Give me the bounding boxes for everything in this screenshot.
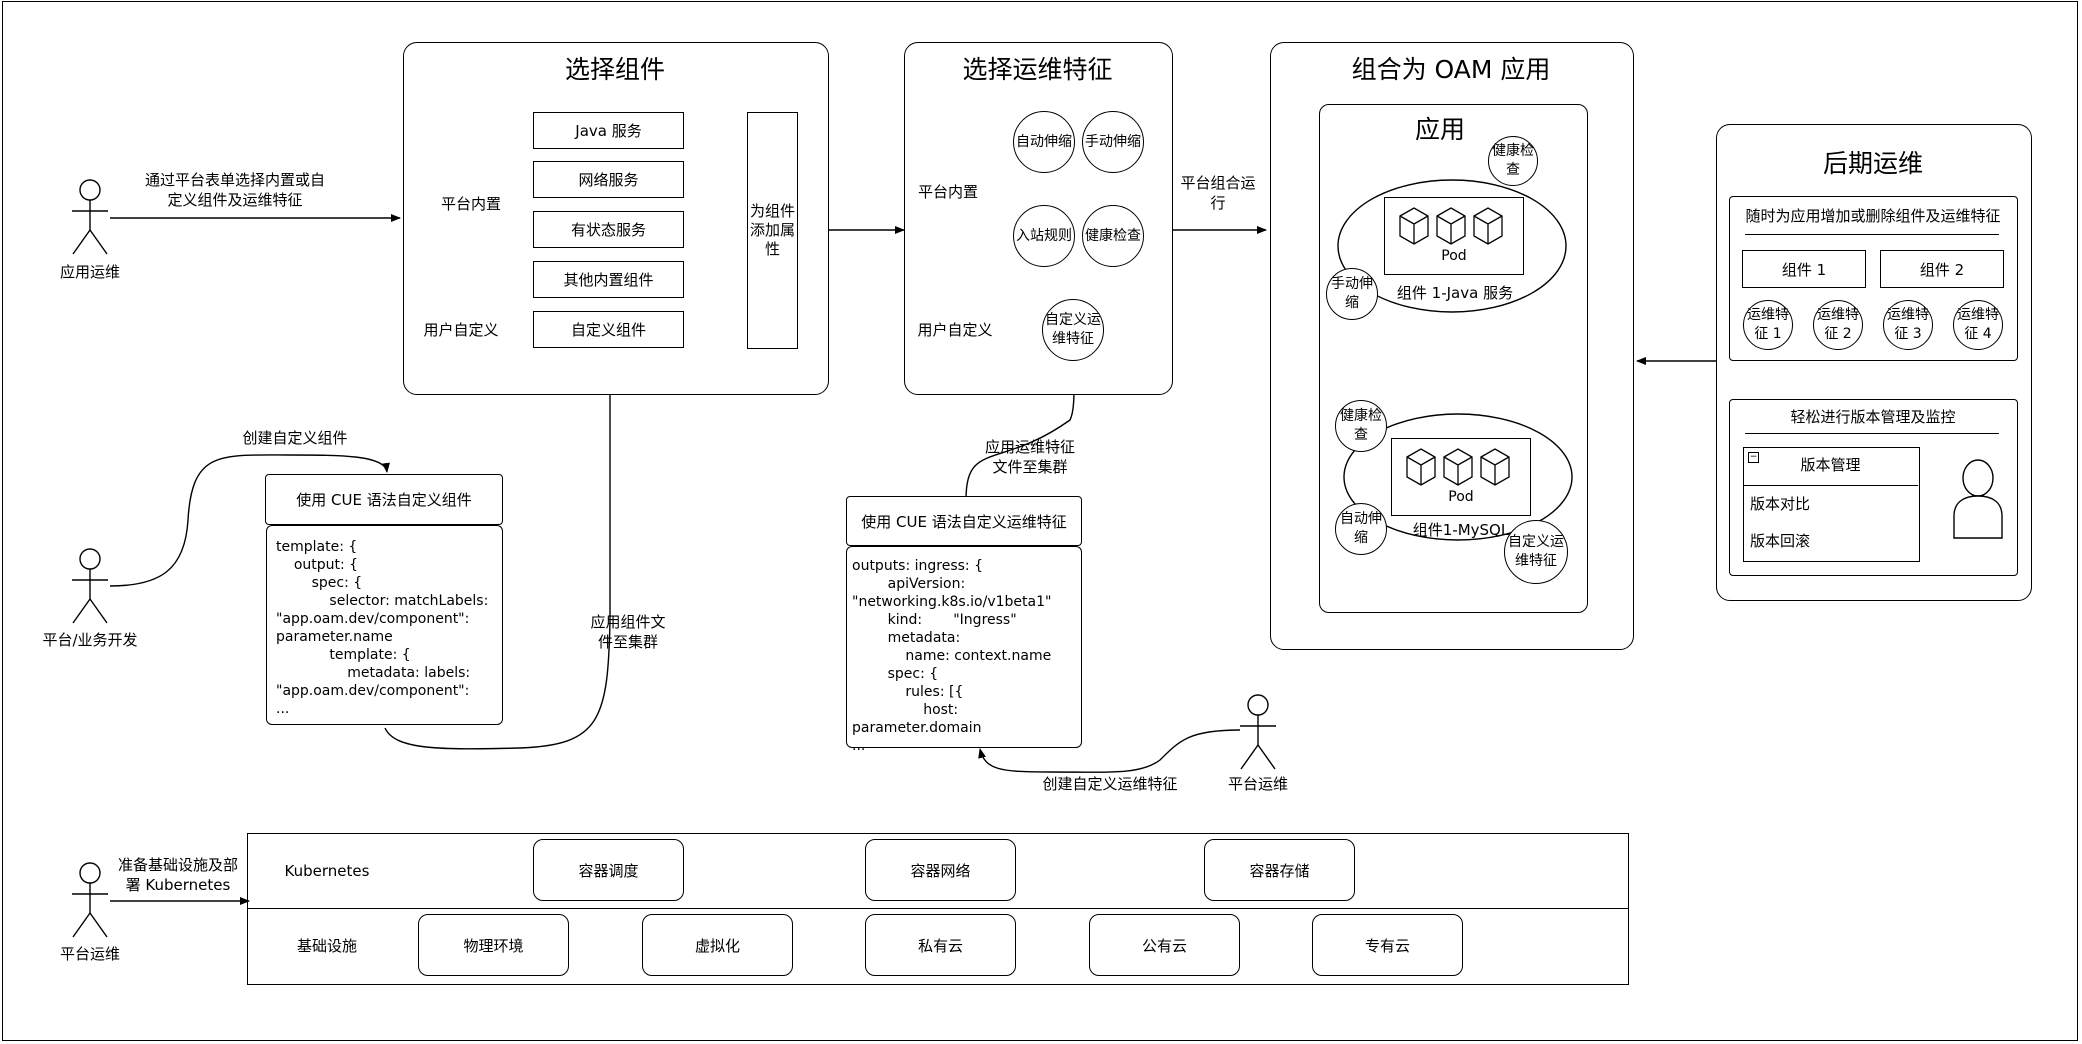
later-ops-section1-title: 随时为应用增加或删除组件及运维特征: [1745, 207, 2001, 225]
edge-label-apply-component-file: 应用组件文件至集群: [590, 613, 666, 651]
code-line: rules: [{: [852, 684, 964, 700]
infra-private-cloud: 私有云: [865, 914, 1016, 976]
infra-physical: 物理环境: [418, 914, 569, 976]
code-line: name: context.name: [852, 648, 1052, 664]
application-title: 应用: [1414, 115, 1465, 144]
actor-label-platform-dev: 平台/业务开发: [42, 631, 138, 649]
trait-auto-scale[interactable]: 自动伸缩: [1013, 111, 1075, 173]
k8s-networking: 容器网络: [865, 839, 1016, 901]
later-ops-section2-title: 轻松进行版本管理及监控: [1790, 408, 1956, 426]
panel-title-select-traits: 选择运维特征: [962, 55, 1113, 84]
panel-title-later-ops: 后期运维: [1822, 149, 1923, 178]
code-line: ...: [852, 738, 866, 754]
code-line: outputs: ingress: {: [852, 558, 984, 574]
infra-public-cloud: 公有云: [1089, 914, 1240, 976]
kubernetes-label: Kubernetes: [284, 862, 370, 880]
group-label-builtin-traits: 平台内置: [917, 183, 978, 201]
actor-label-platform-ops-mid: 平台运维: [1227, 775, 1288, 793]
later-ops-trait-4[interactable]: 运维特征 4: [1953, 300, 2003, 350]
version-item-compare[interactable]: 版本对比: [1750, 494, 1830, 514]
container-cubes-icon: [1399, 207, 1503, 245]
code-line: "app.oam.dev/component":: [276, 611, 470, 627]
code-line: parameter.name: [276, 629, 393, 645]
infra-stack-divider: [247, 908, 1629, 909]
cue-component-code: template: { output: { spec: { selector: …: [266, 525, 503, 725]
code-line: selector: matchLabels:: [276, 593, 489, 609]
code-line: "app.oam.dev/component":: [276, 683, 470, 699]
later-ops-component-2[interactable]: 组件 2: [1880, 250, 2004, 288]
code-line: spec: {: [852, 666, 939, 682]
code-line: template: {: [276, 647, 411, 663]
component1-pod: Pod: [1384, 197, 1524, 275]
component1-trait-health[interactable]: 健康检查: [1488, 136, 1538, 186]
component2-trait-auto[interactable]: 自动伸缩: [1335, 503, 1387, 555]
group-label-custom-traits: 用户自定义: [917, 321, 993, 339]
component2-trait-health[interactable]: 健康检查: [1335, 400, 1387, 452]
group-label-custom-components: 用户自定义: [423, 321, 499, 339]
version-management-header: 版本管理: [1800, 456, 1861, 474]
cue-trait-code: outputs: ingress: { apiVersion: "networki…: [846, 546, 1082, 754]
infra-virtualization: 虚拟化: [642, 914, 793, 976]
k8s-scheduling: 容器调度: [533, 839, 684, 901]
component1-label: 组件 1-Java 服务: [1396, 284, 1514, 302]
component2-trait-custom[interactable]: 自定义运维特征: [1504, 520, 1568, 584]
later-ops-section2-divider: [1745, 433, 1999, 434]
later-ops-trait-2[interactable]: 运维特征 2: [1813, 300, 1863, 350]
code-line: ...: [276, 701, 290, 717]
code-line: spec: {: [276, 575, 363, 591]
component1-trait-manual[interactable]: 手动伸缩: [1326, 268, 1378, 320]
infra-label: 基础设施: [296, 937, 357, 955]
edge-label-create-custom-component: 创建自定义组件: [242, 429, 348, 447]
person-icon-app-ops: [72, 179, 108, 255]
code-line: "networking.k8s.io/v1beta1": [852, 594, 1052, 610]
component-network[interactable]: 网络服务: [533, 161, 684, 198]
person-icon-platform-ops-bottom: [72, 862, 108, 938]
group-label-builtin-components: 平台内置: [440, 195, 501, 213]
later-ops-section1-divider: [1745, 234, 1999, 235]
trait-custom[interactable]: 自定义运维特征: [1042, 299, 1104, 361]
trait-ingress-rules[interactable]: 入站规则: [1013, 205, 1075, 267]
edge-label-apply-trait-file: 应用运维特征文件至集群: [984, 438, 1075, 476]
component-other-builtin[interactable]: 其他内置组件: [533, 261, 684, 298]
edge-label-create-custom-trait: 创建自定义运维特征: [1042, 775, 1178, 793]
cue-trait-header: 使用 CUE 语法自定义运维特征: [846, 496, 1082, 546]
trait-manual-scale[interactable]: 手动伸缩: [1082, 111, 1144, 173]
edge-label-compose-run: 平台组合运行: [1180, 174, 1256, 212]
code-line: kind: "Ingress": [852, 612, 1017, 628]
actor-label-app-ops: 应用运维: [59, 263, 120, 281]
component-stateful[interactable]: 有状态服务: [533, 211, 684, 248]
component-custom[interactable]: 自定义组件: [533, 311, 684, 348]
panel-title-compose-app: 组合为 OAM 应用: [1351, 55, 1551, 84]
panel-title-select-components: 选择组件: [564, 55, 665, 84]
version-header-divider: [1743, 485, 1918, 486]
actor-label-platform-ops-bottom: 平台运维: [59, 945, 120, 963]
code-line: host: parameter.domain: [852, 702, 982, 736]
component2-pod: Pod: [1391, 438, 1531, 516]
k8s-storage: 容器存储: [1204, 839, 1355, 901]
infra-dedicated-cloud: 专有云: [1312, 914, 1463, 976]
user-avatar-icon: [1953, 459, 2003, 539]
cue-component-header: 使用 CUE 语法自定义组件: [265, 474, 503, 525]
later-ops-component-1[interactable]: 组件 1: [1742, 250, 1866, 288]
trait-health-check[interactable]: 健康检查: [1082, 205, 1144, 267]
code-line: metadata:: [852, 630, 961, 646]
attach-attribute-box: 为组件添加属性: [747, 112, 798, 349]
code-line: template: {: [276, 539, 358, 555]
version-item-rollback[interactable]: 版本回滚: [1750, 531, 1830, 551]
oam-architecture-diagram: 应用运维 平台/业务开发 平台运维 平台运维 通过平台表单选择内置或自定义组件及…: [0, 0, 2082, 1044]
edge-label-app-ops-to-components: 通过平台表单选择内置或自定义组件及运维特征: [144, 171, 325, 209]
later-ops-trait-1[interactable]: 运维特征 1: [1743, 300, 1793, 350]
code-line: output: {: [276, 557, 359, 573]
person-icon-platform-ops-mid: [1240, 694, 1276, 770]
edge-label-prepare-infra: 准备基础设施及部署 Kubernetes: [118, 856, 239, 894]
person-icon-platform-dev: [72, 548, 108, 624]
code-line: metadata: labels:: [276, 665, 471, 681]
component-java[interactable]: Java 服务: [533, 112, 684, 149]
code-line: apiVersion:: [852, 576, 966, 592]
component2-pod-label: Pod: [1448, 489, 1474, 505]
later-ops-trait-3[interactable]: 运维特征 3: [1883, 300, 1933, 350]
container-cubes-icon: [1406, 448, 1510, 486]
component1-pod-label: Pod: [1441, 248, 1467, 264]
